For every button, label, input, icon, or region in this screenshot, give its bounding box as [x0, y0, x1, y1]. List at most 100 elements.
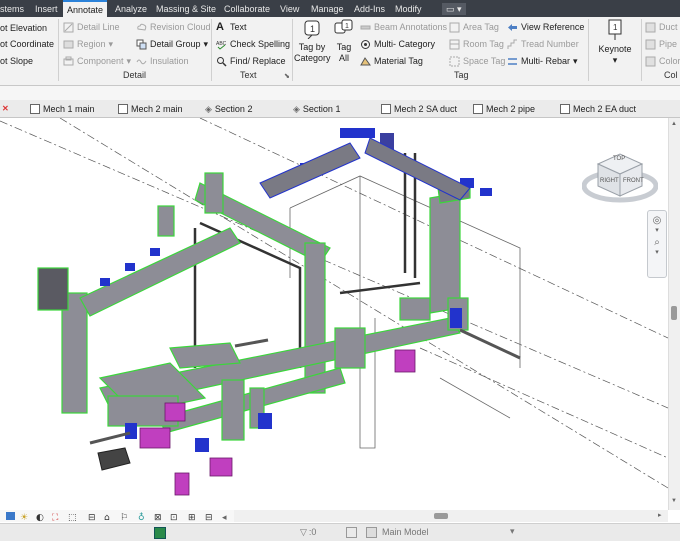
view-tab-section-2[interactable]: ◈ Section 2 — [205, 102, 252, 116]
keynote-button[interactable]: 1 Keynote ▾ — [595, 19, 635, 66]
detail-line-icon — [63, 22, 74, 32]
spot-coordinate-button[interactable]: ot Coordinate — [0, 38, 54, 50]
tab-modify[interactable]: Modify — [395, 1, 422, 17]
find-replace-button[interactable]: Find/ Replace — [216, 55, 286, 67]
check-spelling-button[interactable]: ABC Check Spelling — [216, 38, 290, 50]
component-button[interactable]: Component ▾ — [63, 55, 131, 67]
tag-by-category-icon: 1 — [304, 20, 320, 40]
chevron-down-icon: ▾ — [126, 56, 132, 66]
lock-3d-icon: ⊟ — [88, 513, 96, 522]
view-tab-mech-2-sa-duct[interactable]: Mech 2 SA duct — [381, 102, 457, 116]
section-icon: ◈ — [293, 104, 300, 114]
floor-plan-icon — [473, 104, 483, 114]
panel-separator — [58, 19, 59, 81]
ribbon-footer-strip — [0, 86, 680, 100]
multi-rebar-button[interactable]: Multi- Rebar ▾ — [507, 55, 578, 67]
temporary-properties-icon: ⊠ — [154, 513, 162, 522]
revision-cloud-label: Revision Cloud — [150, 22, 211, 32]
region-button[interactable]: Region ▾ — [63, 38, 113, 50]
text-button[interactable]: A Text — [216, 21, 247, 33]
editable-only-icon[interactable] — [346, 527, 357, 538]
material-tag-button[interactable]: Material Tag — [360, 55, 423, 67]
reveal-constraints-icon: ⊟ — [205, 513, 213, 522]
view-tab-close[interactable]: ✕ — [2, 102, 9, 116]
room-tag-button[interactable]: Room Tag — [449, 38, 504, 50]
tab-add-ins[interactable]: Add-Ins — [354, 1, 385, 17]
beam-annotations-button[interactable]: Beam Annotations — [360, 21, 447, 33]
scroll-down-icon[interactable]: ▼ — [671, 498, 677, 504]
viewcube[interactable]: TOP RIGHT FRONT — [581, 142, 659, 208]
view-tab-mech-2-ea-duct[interactable]: Mech 2 EA duct — [560, 102, 636, 116]
tab-systems[interactable]: stems — [0, 1, 24, 17]
horizontal-scroll-thumb[interactable] — [434, 513, 448, 519]
pipe-legend-button[interactable]: Pipe — [645, 38, 677, 50]
filter-indicator[interactable]: ▽:0 — [300, 527, 316, 538]
tab-collaborate[interactable]: Collaborate — [224, 1, 270, 17]
worksharing-icon: ♁ — [138, 512, 145, 522]
tag-all-button[interactable]: 1 Tag All — [332, 19, 356, 64]
svg-text:1: 1 — [310, 24, 315, 34]
color-fill-legend-button[interactable]: Color — [645, 55, 680, 67]
zoom-icon[interactable]: ⌕ — [648, 237, 666, 248]
dialog-launcher-icon[interactable]: ⬊ — [284, 72, 290, 80]
tab-massing-site[interactable]: Massing & Site — [156, 1, 216, 17]
scroll-up-icon[interactable]: ▲ — [671, 121, 677, 127]
scroll-right-icon[interactable]: ▸ — [658, 511, 662, 519]
tag-all-label-2: All — [338, 53, 349, 63]
design-options-icon[interactable] — [366, 527, 377, 538]
chevron-down-icon[interactable]: ▾ — [648, 248, 666, 256]
duct-legend-button[interactable]: Duct — [645, 21, 678, 33]
horizontal-scrollbar[interactable]: ▸ — [234, 510, 668, 522]
tread-number-label: Tread Number — [521, 39, 579, 49]
view-tab-mech-1-main[interactable]: Mech 1 main — [30, 102, 95, 116]
viewcube-front-face[interactable]: FRONT — [623, 178, 644, 184]
steering-wheel-icon[interactable]: ◎ — [648, 215, 666, 226]
pipe-legend-icon — [645, 39, 656, 49]
camera-icon: ▭ ▾ — [446, 4, 462, 14]
chevron-down-icon[interactable]: ▾ — [510, 526, 515, 537]
tab-manage[interactable]: Manage — [311, 1, 344, 17]
panel-separator — [641, 19, 642, 81]
view-tab-mech-2-main[interactable]: Mech 2 main — [118, 102, 183, 116]
viewcube-icon — [581, 153, 659, 203]
contextual-tab-dropdown[interactable]: ▭ ▾ — [442, 3, 466, 15]
tag-all-icon: 1 — [334, 19, 353, 34]
view-tab-label: Section 1 — [302, 104, 341, 114]
chevron-down-icon[interactable]: ▾ — [648, 226, 666, 234]
area-tag-icon — [449, 22, 460, 32]
sun-path-icon: ☀ — [20, 513, 28, 522]
view-tab-mech-2-pipe[interactable]: Mech 2 pipe — [473, 102, 535, 116]
detail-line-button[interactable]: Detail Line — [63, 21, 120, 33]
floor-plan-icon — [560, 104, 570, 114]
space-tag-button[interactable]: Space Tag — [449, 55, 505, 67]
area-tag-button[interactable]: Area Tag — [449, 21, 499, 33]
spot-elevation-button[interactable]: ot Elevation — [0, 22, 47, 34]
tab-analyze[interactable]: Analyze — [115, 1, 147, 17]
workset-icon[interactable] — [154, 527, 166, 539]
chevron-down-icon: ▾ — [108, 39, 114, 49]
text-label: Text — [230, 22, 247, 32]
multi-category-button[interactable]: Multi- Category — [360, 38, 435, 50]
insulation-button[interactable]: Insulation — [136, 55, 189, 67]
vertical-scroll-thumb[interactable] — [671, 306, 677, 320]
view-tab-section-1[interactable]: ◈ Section 1 — [293, 102, 340, 116]
tag-by-category-button[interactable]: 1 Tag by Category — [294, 19, 331, 64]
vertical-scrollbar[interactable]: ▲ ▼ — [668, 118, 680, 510]
3d-view-canvas[interactable]: TOP RIGHT FRONT ◎ ▾ ⌕ ▾ — [0, 117, 669, 510]
spot-slope-button[interactable]: ot Slope — [0, 55, 33, 67]
duct-model-drawing — [0, 117, 669, 496]
active-design-option[interactable]: Main Model — [382, 527, 429, 537]
tag-by-category-label-1: Tag by — [298, 42, 326, 52]
revision-cloud-button[interactable]: Revision Cloud — [136, 21, 211, 33]
tread-number-button[interactable]: Tread Number — [507, 38, 579, 50]
floor-unit — [97, 447, 131, 471]
tag-panel-label: Tag — [454, 70, 469, 80]
tab-insert[interactable]: Insert — [35, 1, 58, 17]
viewcube-right-face[interactable]: RIGHT — [600, 178, 619, 184]
tab-view[interactable]: View — [280, 1, 299, 17]
space-tag-icon — [449, 56, 460, 66]
view-tab-label: Mech 2 EA duct — [573, 104, 637, 114]
viewcube-top-face[interactable]: TOP — [613, 156, 625, 162]
detail-group-button[interactable]: Detail Group ▾ — [136, 38, 208, 50]
view-reference-button[interactable]: View Reference — [507, 21, 584, 33]
